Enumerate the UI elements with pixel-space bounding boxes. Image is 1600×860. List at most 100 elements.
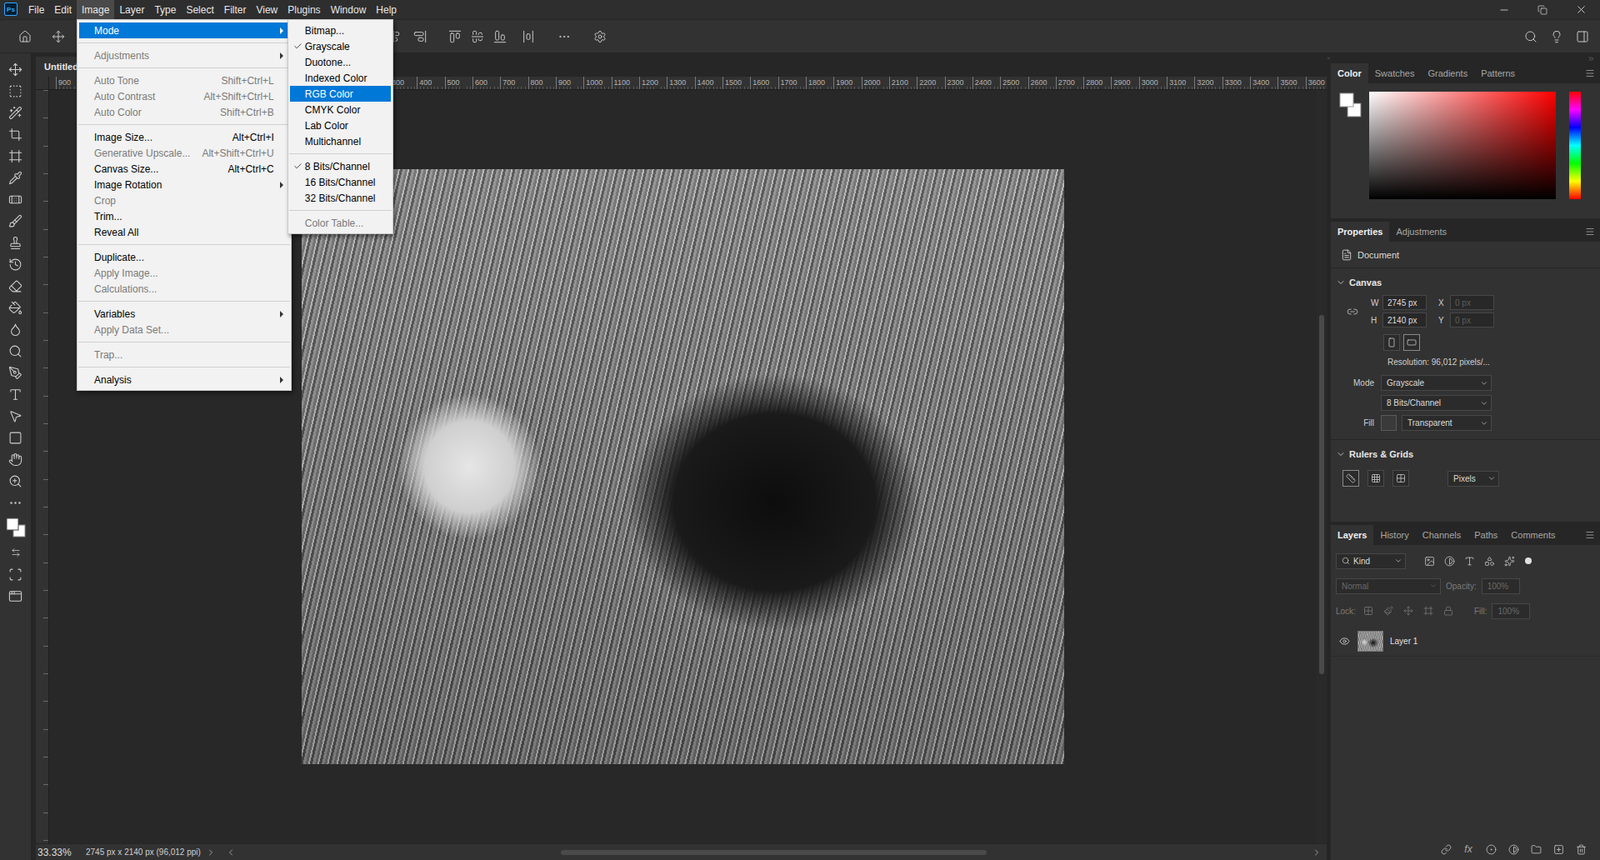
adjustment-icon[interactable] [1444, 555, 1455, 567]
menu-item[interactable]: Auto ContrastAlt+Shift+Ctrl+L [79, 88, 290, 105]
dodge-tool-icon[interactable] [8, 344, 23, 359]
restore-button[interactable] [1523, 0, 1562, 20]
width-field[interactable]: 2745 px [1382, 295, 1427, 310]
checkerboard-icon[interactable] [1363, 605, 1374, 616]
panel-tab[interactable]: Gradients [1420, 63, 1475, 84]
link-button[interactable] [1342, 305, 1363, 318]
menu-item[interactable]: Analysis [79, 371, 290, 388]
color-chips-icon[interactable] [4, 515, 28, 540]
distribute-button[interactable] [516, 25, 540, 48]
panel-tab[interactable]: Color [1330, 63, 1369, 84]
rectangle-tool-icon[interactable] [8, 430, 23, 445]
link-icon[interactable] [1440, 844, 1452, 855]
swap-colors-button[interactable] [4, 543, 28, 562]
landscape-icon[interactable] [1406, 337, 1417, 348]
shape-icon[interactable] [1484, 555, 1495, 567]
menu-item[interactable]: Bitmap... [290, 22, 391, 39]
panel-menu-button[interactable] [1585, 525, 1600, 545]
menu-item[interactable]: Image Rotation [79, 176, 290, 193]
landscape-button[interactable] [1403, 334, 1420, 351]
adjustment-icon[interactable] [1508, 844, 1520, 855]
move-tool-icon[interactable] [8, 62, 23, 77]
menu-item[interactable]: Lab Color [290, 117, 391, 134]
tool-button[interactable] [4, 233, 28, 252]
new-adjustment-button[interactable] [1505, 844, 1521, 855]
settings-button[interactable] [588, 25, 611, 48]
rulers-toggle[interactable] [1342, 470, 1360, 487]
filter-kind-dropdown[interactable]: Kind [1335, 553, 1406, 570]
plus-square-icon[interactable] [1553, 844, 1565, 855]
fill-field[interactable]: 100% [1491, 603, 1530, 620]
chevron-right-icon[interactable] [205, 847, 216, 858]
tool-button[interactable] [4, 493, 28, 512]
mode-dropdown[interactable]: Grayscale [1380, 375, 1492, 391]
filter-smart-button[interactable] [1501, 555, 1517, 567]
search-icon[interactable] [1341, 556, 1350, 565]
tool-button[interactable] [4, 406, 28, 425]
menu-item[interactable]: 32 Bits/Channel [290, 190, 391, 206]
y-field[interactable]: 0 px [1450, 312, 1495, 328]
folder-icon[interactable] [1530, 844, 1542, 855]
menu-item[interactable]: Calculations... [79, 280, 290, 297]
tool-button[interactable] [4, 168, 28, 187]
menu-item[interactable]: Duplicate... [79, 249, 290, 265]
vertical-scrollbar[interactable] [1316, 90, 1327, 844]
panel-tab[interactable]: Patterns [1474, 63, 1522, 84]
clone-stamp-tool-icon[interactable] [8, 235, 23, 250]
menu-icon[interactable] [1585, 226, 1595, 237]
restore-icon[interactable] [1537, 5, 1548, 15]
units-dropdown[interactable]: Pixels [1447, 470, 1500, 487]
menu-item[interactable]: Indexed Color [290, 70, 391, 86]
lock-icon[interactable] [1443, 605, 1454, 616]
panel-tab[interactable]: Swatches [1368, 63, 1422, 84]
panel-tab[interactable]: Adjustments [1389, 221, 1454, 242]
collapse-icon[interactable] [1587, 55, 1595, 63]
menu-item[interactable]: Trim... [79, 208, 290, 225]
panel-tab[interactable]: Paths [1467, 525, 1505, 545]
menu-bar-item[interactable]: Window [325, 0, 372, 20]
filter-type-button[interactable] [1461, 555, 1477, 567]
brush-tool-icon[interactable] [8, 214, 23, 229]
info-menu-button[interactable] [200, 847, 221, 858]
lock-transparency-button[interactable] [1360, 605, 1376, 616]
menu-item[interactable]: Image Size...Alt+Ctrl+I [79, 129, 290, 145]
scroll-thumb[interactable] [1319, 315, 1325, 675]
close-icon[interactable] [1575, 3, 1588, 16]
menu-item[interactable]: Duotone... [290, 54, 391, 70]
chevron-down-icon[interactable] [1480, 419, 1489, 428]
align-top-button[interactable] [443, 25, 466, 48]
chevron-down-icon[interactable] [1480, 379, 1489, 388]
fx-button[interactable]: fx [1460, 843, 1476, 855]
marquee-tool-icon[interactable] [8, 84, 23, 99]
image-icon[interactable] [1424, 555, 1435, 567]
menu-bar-item[interactable]: File [23, 0, 50, 20]
menu-item[interactable]: Grayscale [290, 38, 391, 55]
move-icon[interactable] [51, 30, 65, 44]
gear-icon[interactable] [593, 30, 607, 44]
menu-item[interactable]: Mode [79, 22, 290, 39]
menu-icon[interactable] [1585, 68, 1595, 79]
align-bottom-icon[interactable] [493, 30, 507, 44]
menu-item[interactable]: Apply Image... [79, 265, 290, 281]
tool-button[interactable] [4, 341, 28, 360]
menu-bar-item[interactable]: Image [76, 0, 115, 20]
artboard-icon[interactable] [1423, 605, 1434, 616]
menu-item[interactable]: Trap... [79, 346, 290, 363]
portrait-button[interactable] [1383, 334, 1400, 351]
object-select-tool-icon[interactable] [8, 105, 23, 120]
tool-button[interactable] [4, 385, 28, 404]
new-layer-button[interactable] [1550, 844, 1566, 855]
align-middle-button[interactable] [465, 25, 489, 48]
panel-menu-button[interactable] [1585, 63, 1600, 84]
link-layers-button[interactable] [1438, 844, 1454, 855]
brush-icon[interactable] [1383, 605, 1394, 616]
chevron-down-icon[interactable] [1394, 556, 1403, 565]
menu-item[interactable]: Auto ToneShift+Ctrl+L [79, 72, 290, 89]
horizontal-scrollbar[interactable] [240, 849, 1307, 856]
align-middle-icon[interactable] [470, 30, 485, 44]
panel-tab[interactable]: Comments [1504, 525, 1562, 545]
blur-tool-icon[interactable] [8, 322, 23, 337]
menu-bar-item[interactable]: Plugins [282, 0, 325, 20]
section-header[interactable]: Canvas [1330, 273, 1600, 292]
portrait-icon[interactable] [1386, 337, 1397, 348]
